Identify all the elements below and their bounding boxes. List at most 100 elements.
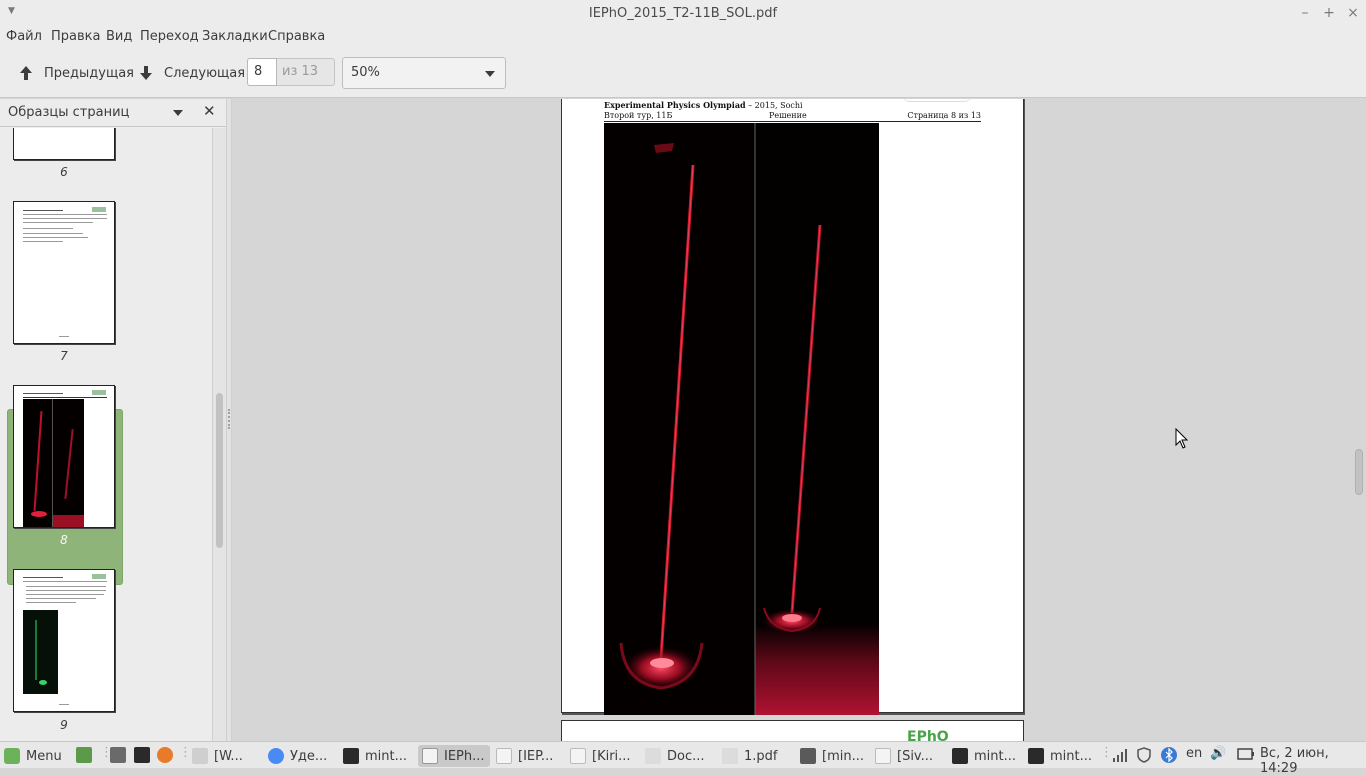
thumbnail-page-7[interactable] xyxy=(13,201,115,344)
menu-view[interactable]: Вид xyxy=(106,29,132,44)
taskbar-window[interactable]: mint... xyxy=(952,745,1022,767)
menubar: Файл Правка Вид Переход Закладки Справка xyxy=(0,28,1366,48)
document-scrollbar[interactable] xyxy=(1352,99,1366,741)
document-icon xyxy=(875,748,891,764)
taskbar-window[interactable]: [W... xyxy=(192,745,262,767)
page-header-title: Experimental Physics Olympiad – 2015, So… xyxy=(604,100,803,110)
document-icon xyxy=(496,748,512,764)
header-page-number: Страница 8 из 13 xyxy=(907,111,981,120)
taskbar-window-label: [Kiri... xyxy=(592,748,631,764)
thumbnail-number: 6 xyxy=(60,165,68,179)
firefox-icon[interactable] xyxy=(157,747,173,763)
header-round: Второй тур, 11Б xyxy=(604,111,673,120)
page-header-line: Второй тур, 11Б Решение Страница 8 из 13 xyxy=(604,111,981,122)
menu-file[interactable]: Файл xyxy=(6,29,42,44)
epho-logo: EPhO xyxy=(907,729,949,741)
taskbar-window[interactable]: [Kiri... xyxy=(570,745,638,767)
arrow-down-icon xyxy=(140,66,152,80)
chevron-down-icon[interactable] xyxy=(173,110,183,116)
chrome-icon xyxy=(268,748,284,764)
menu-go[interactable]: Переход xyxy=(140,29,199,44)
next-page-button[interactable]: Следующая xyxy=(138,62,245,84)
show-desktop-icon[interactable] xyxy=(76,747,92,763)
menu-bookmarks[interactable]: Закладки xyxy=(202,29,268,44)
sidebar-title[interactable]: Образцы страниц xyxy=(8,105,129,120)
menu-edit[interactable]: Правка xyxy=(51,29,100,44)
next-page-label: Следующая xyxy=(164,65,246,81)
taskbar-window-label: Уде... xyxy=(290,748,328,764)
minimize-icon[interactable]: – xyxy=(1296,4,1314,22)
terminal-icon xyxy=(800,748,816,764)
start-menu-button[interactable]: Menu xyxy=(4,745,62,767)
zoom-value: 50% xyxy=(351,65,380,80)
volume-icon[interactable]: 🔊 xyxy=(1210,746,1226,761)
terminal-launcher-icon[interactable] xyxy=(134,747,150,763)
mint-logo-icon xyxy=(4,748,20,764)
terminal-icon xyxy=(952,748,968,764)
mouse-pointer-icon xyxy=(1175,428,1189,449)
thumbnail-page-9[interactable] xyxy=(13,569,115,712)
sidebar-scroll-thumb[interactable] xyxy=(216,393,223,548)
taskbar-window[interactable]: mint... xyxy=(1028,745,1096,767)
separator: ⋮ xyxy=(179,745,192,760)
taskbar-window[interactable]: mint... xyxy=(343,745,413,767)
taskbar-window-label: 1.pdf xyxy=(744,748,778,764)
taskbar-window-label: [IEP... xyxy=(518,748,554,764)
sidebar-header: Образцы страниц ✕ xyxy=(0,99,226,127)
arrow-up-icon xyxy=(20,66,32,80)
zoom-select[interactable]: 50% xyxy=(342,57,506,89)
olympiad-year: – 2015, Sochi xyxy=(748,101,803,110)
document-view[interactable]: Experimental Physics Olympiad – 2015, So… xyxy=(232,99,1366,741)
taskbar-window-active[interactable]: IEPh... xyxy=(418,745,490,767)
previous-page-button[interactable]: Предыдущая xyxy=(18,62,134,84)
close-sidebar-icon[interactable]: ✕ xyxy=(203,102,216,120)
toolbar: Предыдущая Следующая 8 из 13 50% xyxy=(0,48,1366,98)
close-icon[interactable]: × xyxy=(1344,4,1362,22)
logo-watermark xyxy=(902,99,972,102)
thumbnail-number: 7 xyxy=(60,349,68,363)
keyboard-layout[interactable]: en xyxy=(1186,746,1202,761)
thumbnail-page-6[interactable] xyxy=(13,128,115,160)
document-page-next: EPhO xyxy=(561,720,1024,741)
battery-icon[interactable] xyxy=(1237,748,1255,764)
page-count-label: из 13 xyxy=(277,58,335,86)
taskbar-window[interactable]: Doc... xyxy=(645,745,713,767)
taskbar-window[interactable]: [Siv... xyxy=(875,745,943,767)
taskbar-window[interactable]: [min... xyxy=(800,745,866,767)
title-bar: ▼ IEPhO_2015_T2-11B_SOL.pdf – + × xyxy=(0,0,1366,28)
thumbnail-list: 6 7 8 9 xyxy=(0,128,212,741)
menu-help[interactable]: Справка xyxy=(268,29,325,44)
file-manager-icon[interactable] xyxy=(110,747,126,763)
document-page: Experimental Physics Olympiad – 2015, So… xyxy=(561,99,1024,715)
thumbnail-page-8[interactable] xyxy=(13,385,115,528)
olympiad-name: Experimental Physics Olympiad xyxy=(604,100,746,110)
taskbar-window-label: mint... xyxy=(1050,748,1093,764)
taskbar: Menu ⋮ ⋮ [W... Уде... mint... IEPh... [I… xyxy=(0,741,1366,776)
network-icon[interactable] xyxy=(1112,748,1128,766)
sidebar-scrollbar[interactable] xyxy=(212,128,226,741)
page-number-input[interactable]: 8 xyxy=(247,58,277,86)
taskbar-window-label: mint... xyxy=(974,748,1017,764)
clock[interactable]: Вс, 2 июн, 14:29 xyxy=(1260,746,1366,776)
taskbar-window-label: IEPh... xyxy=(444,748,485,764)
chevron-down-icon xyxy=(485,71,495,77)
thumbnail-number: 8 xyxy=(60,533,68,547)
app-icon xyxy=(192,748,208,764)
experiment-photo xyxy=(604,123,879,715)
taskbar-window[interactable]: Уде... xyxy=(268,745,336,767)
taskbar-window-label: mint... xyxy=(365,748,408,764)
shield-icon[interactable] xyxy=(1136,747,1152,767)
terminal-icon xyxy=(343,748,359,764)
taskbar-window-label: [min... xyxy=(822,748,864,764)
window-title: IEPhO_2015_T2-11B_SOL.pdf xyxy=(588,6,778,21)
document-scroll-thumb[interactable] xyxy=(1355,449,1363,495)
bluetooth-icon[interactable] xyxy=(1161,746,1177,768)
previous-page-label: Предыдущая xyxy=(44,65,134,81)
taskbar-window[interactable]: [IEP... xyxy=(496,745,562,767)
header-section: Решение xyxy=(769,111,807,120)
terminal-icon xyxy=(1028,748,1044,764)
taskbar-window-label: [W... xyxy=(214,748,243,764)
thumbnail-number: 9 xyxy=(60,718,68,732)
maximize-icon[interactable]: + xyxy=(1320,4,1338,22)
taskbar-window[interactable]: 1.pdf xyxy=(722,745,792,767)
